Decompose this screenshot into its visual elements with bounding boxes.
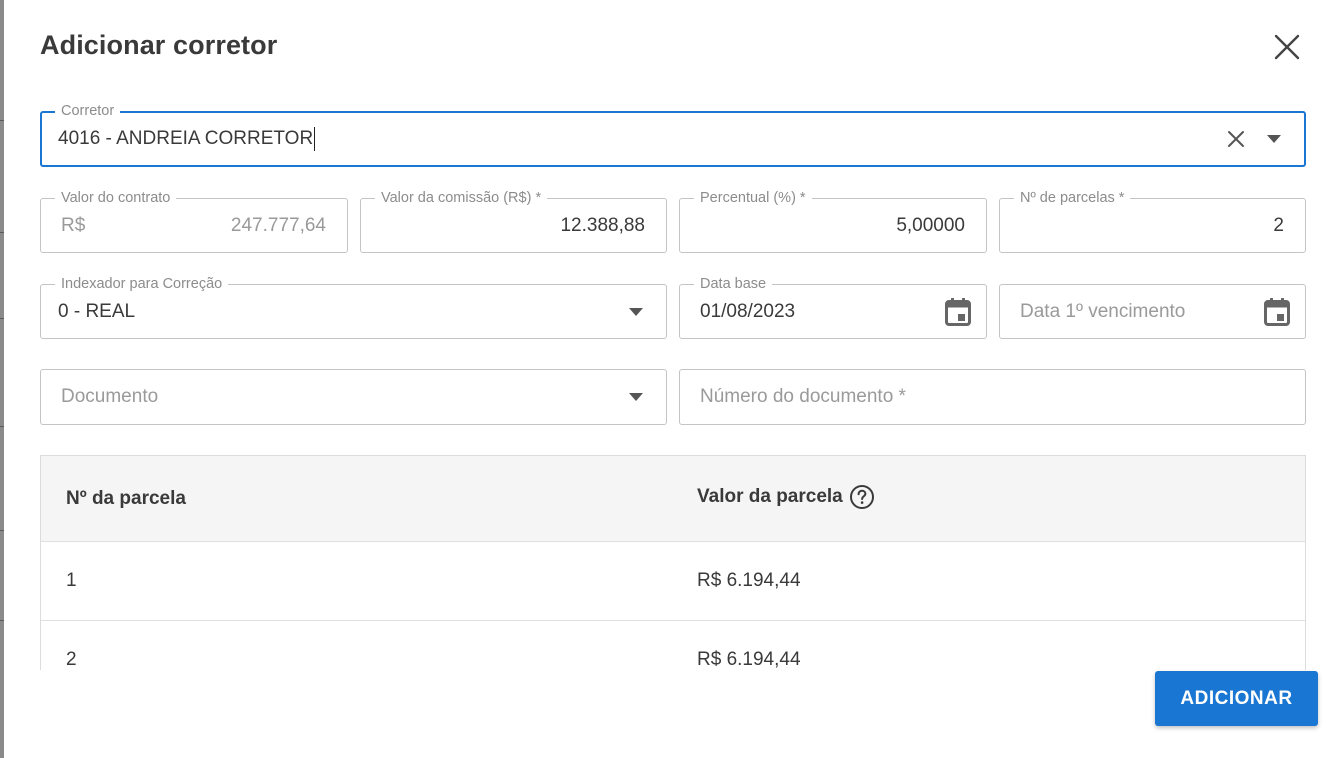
close-icon <box>1274 34 1300 60</box>
dialog-title: Adicionar corretor <box>40 30 278 60</box>
table-header: Nº da parcela Valor da parcela <box>41 456 1305 542</box>
indexador-value[interactable]: 0 - REAL <box>58 301 135 323</box>
valor-comissao-input[interactable]: Valor da comissão (R$) * 12.388,88 <box>360 190 667 253</box>
data-base-value[interactable]: 01/08/2023 <box>700 301 795 323</box>
table-row: 2 R$ 6.194,44 <box>41 621 1305 670</box>
num-parcelas-label: Nº de parcelas * <box>1014 190 1131 206</box>
num-parcelas-value[interactable]: 2 <box>1273 215 1284 237</box>
close-button[interactable] <box>1270 30 1304 64</box>
chevron-down-icon <box>629 393 643 401</box>
header-numero-parcela: Nº da parcela <box>66 488 186 509</box>
valor-contrato-field: Valor do contrato R$ 247.777,64 <box>40 190 348 253</box>
row-numero: 2 <box>66 649 77 670</box>
corretor-dropdown-button[interactable] <box>1262 127 1286 151</box>
clear-button[interactable] <box>1224 127 1248 151</box>
documento-placeholder: Documento <box>61 386 159 407</box>
documento-dropdown-button[interactable] <box>624 385 648 409</box>
calendar-icon <box>1264 297 1290 326</box>
valor-contrato-label: Valor do contrato <box>55 190 177 206</box>
data-base-label: Data base <box>694 276 773 292</box>
indexador-dropdown-button[interactable] <box>624 300 648 324</box>
currency-prefix: R$ <box>61 214 86 236</box>
valor-comissao-label: Valor da comissão (R$) * <box>375 190 548 206</box>
header-valor-parcela: Valor da parcela <box>697 484 875 510</box>
num-parcelas-input[interactable]: Nº de parcelas * 2 <box>999 190 1306 253</box>
corretor-label: Corretor <box>55 103 121 119</box>
data-vencimento-input[interactable]: Data 1º vencimento <box>999 284 1306 339</box>
valor-contrato-value: 247.777,64 <box>230 214 326 236</box>
row-numero: 1 <box>66 570 77 591</box>
indexador-label: Indexador para Correção <box>55 276 229 292</box>
header-valor-parcela-label: Valor da parcela <box>697 486 843 507</box>
help-icon[interactable] <box>849 484 875 510</box>
numero-documento-placeholder: Número do documento * <box>700 386 906 407</box>
clear-icon <box>1228 131 1244 147</box>
row-valor: R$ 6.194,44 <box>697 570 801 591</box>
parcelas-table: Nº da parcela Valor da parcela 1 R$ 6.19… <box>40 455 1306 670</box>
valor-comissao-value[interactable]: 12.388,88 <box>560 215 645 237</box>
percentual-label: Percentual (%) * <box>694 190 812 206</box>
corretor-value[interactable]: 4016 - ANDREIA CORRETOR <box>58 127 316 151</box>
add-button[interactable]: ADICIONAR <box>1155 671 1318 726</box>
indexador-select[interactable]: Indexador para Correção 0 - REAL <box>40 276 667 339</box>
data-base-calendar-button[interactable] <box>942 296 974 328</box>
data-vencimento-calendar-button[interactable] <box>1261 296 1293 328</box>
calendar-icon <box>945 297 971 326</box>
table-row: 1 R$ 6.194,44 <box>41 542 1305 621</box>
add-broker-dialog: Adicionar corretor Corretor 4016 - ANDRE… <box>4 0 1341 758</box>
numero-documento-input[interactable]: Número do documento * <box>679 369 1306 425</box>
data-vencimento-placeholder: Data 1º vencimento <box>1020 300 1186 322</box>
chevron-down-icon <box>629 307 643 316</box>
chevron-down-icon <box>1267 135 1281 143</box>
row-valor: R$ 6.194,44 <box>697 649 801 670</box>
percentual-value[interactable]: 5,00000 <box>896 215 965 237</box>
documento-select[interactable]: Documento <box>40 369 667 425</box>
data-base-input[interactable]: Data base 01/08/2023 <box>679 276 987 339</box>
percentual-input[interactable]: Percentual (%) * 5,00000 <box>679 190 987 253</box>
corretor-select[interactable]: Corretor 4016 - ANDREIA CORRETOR <box>40 103 1306 167</box>
